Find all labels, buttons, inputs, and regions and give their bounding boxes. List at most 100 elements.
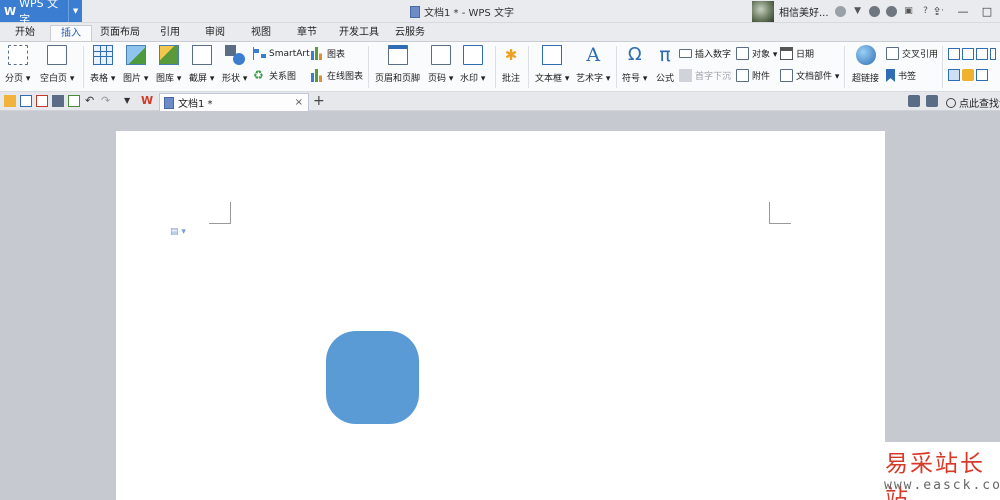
tab-insert[interactable]: 插入 <box>50 25 92 41</box>
blank-page-button[interactable]: 空白页 ▾ <box>40 45 74 84</box>
find-box[interactable]: 点此查找命 <box>946 95 1000 110</box>
pen-icon[interactable] <box>962 69 974 81</box>
object-button[interactable]: 对象 ▾ <box>736 47 777 60</box>
tab-review[interactable]: 审阅 <box>199 25 231 41</box>
insert-number-button[interactable]: 插入数字 <box>679 47 731 60</box>
skin-icon[interactable] <box>868 4 882 18</box>
number-icon <box>679 49 692 58</box>
table-button[interactable]: 表格 ▾ <box>90 45 115 84</box>
tab-references[interactable]: 引用 <box>154 25 186 41</box>
shapes-button[interactable]: 形状 ▾ <box>222 45 247 84</box>
document-tab-title: 文档1 * <box>178 99 213 110</box>
share-icon[interactable] <box>926 95 938 107</box>
chevron-down-icon[interactable]: ▼ <box>68 0 82 22</box>
form-tools-group <box>948 48 996 60</box>
wps-logo-icon[interactable]: W <box>141 95 153 107</box>
checkbox-icon[interactable] <box>962 48 974 60</box>
smartart-button[interactable]: SmartArt <box>253 47 310 60</box>
tab-page-layout[interactable]: 页面布局 <box>96 25 144 41</box>
paragraph-layout-icon[interactable]: ▤ ▾ <box>170 227 186 237</box>
print-icon[interactable] <box>52 95 64 107</box>
watermark-icon <box>462 45 483 65</box>
tab-developer[interactable]: 开发工具 <box>335 25 383 41</box>
doc-parts-button[interactable]: 文档部件 ▾ <box>780 69 839 82</box>
app-menu-button[interactable]: W WPS 文字 ▼ <box>0 0 82 26</box>
tab-cloud[interactable]: 云服务 <box>390 25 430 41</box>
hyperlink-button[interactable]: 超链接 <box>852 45 879 84</box>
page-break-button[interactable]: 分页 ▾ <box>5 45 30 84</box>
restore-button[interactable]: □ <box>976 0 998 22</box>
add-tab-button[interactable]: + <box>313 93 325 109</box>
chart-icon <box>311 47 324 60</box>
tab-section[interactable]: 章节 <box>291 25 323 41</box>
form-tools-group-2 <box>948 69 988 81</box>
close-icon[interactable]: × <box>295 97 303 108</box>
grid-icon[interactable] <box>976 69 988 81</box>
drop-cap-icon <box>679 69 692 82</box>
cross-ref-icon <box>886 47 899 60</box>
comment-button[interactable]: ✱ 批注 <box>501 45 521 84</box>
chart-button[interactable]: 图表 <box>311 47 345 60</box>
relation-button[interactable]: ♻ 关系图 <box>253 68 296 83</box>
chevron-down-icon[interactable]: ▼ <box>124 95 136 107</box>
form-icon[interactable] <box>948 48 960 60</box>
margin-corner-top-right <box>769 202 791 224</box>
watermark-button[interactable]: 水印 ▾ <box>460 45 485 84</box>
design-mode-icon[interactable] <box>948 69 960 81</box>
redo-icon[interactable]: ↷ <box>101 95 113 107</box>
pi-icon: π <box>659 44 671 66</box>
window-title: 文档1 * - WPS 文字 <box>410 4 514 19</box>
document-page[interactable]: ▤ ▾ <box>116 131 885 500</box>
formula-button[interactable]: π 公式 <box>655 45 675 84</box>
user-area: 相信美好... ▼ ▣ ? · <box>752 0 950 22</box>
more-form-icon[interactable] <box>990 48 996 60</box>
combo-icon[interactable] <box>976 48 988 60</box>
site-watermark: 易采站长站 www.easck.com <box>878 442 1000 500</box>
title-bar: W WPS 文字 ▼ 文档1 * - WPS 文字 相信美好... ▼ ▣ ? … <box>0 0 1000 26</box>
ribbon-tabs: 开始 插入 页面布局 引用 审阅 视图 章节 开发工具 云服务 <box>0 23 1000 41</box>
chevron-down-icon[interactable]: ▼ <box>851 4 865 18</box>
upload-icon[interactable]: ⇪ <box>926 0 948 22</box>
wps-logo-icon: W <box>4 4 17 18</box>
cross-ref-button[interactable]: 交叉引用 <box>886 47 938 60</box>
undo-icon[interactable]: ↶ <box>85 95 97 107</box>
tab-document[interactable]: 文档1 * × <box>159 93 309 111</box>
tab-home[interactable]: 开始 <box>6 25 44 41</box>
textbox-icon <box>542 45 563 65</box>
tab-view[interactable]: 视图 <box>245 25 277 41</box>
symbol-button[interactable]: Ω 符号 ▾ <box>622 45 647 85</box>
wordart-button[interactable]: A 艺术字 ▾ <box>576 45 610 84</box>
picture-button[interactable]: 图片 ▾ <box>123 45 148 84</box>
attachment-button[interactable]: 附件 <box>736 69 770 82</box>
print-preview-icon[interactable] <box>68 95 80 107</box>
gallery-button[interactable]: 图库 ▾ <box>156 45 181 84</box>
feedback-icon[interactable]: ▣ <box>902 4 916 18</box>
document-icon <box>164 96 174 109</box>
avatar[interactable] <box>752 0 774 22</box>
screenshot-button[interactable]: 截屏 ▾ <box>189 45 214 84</box>
shield-icon[interactable] <box>834 4 848 18</box>
online-chart-button[interactable]: 在线图表 <box>311 69 363 82</box>
document-icon <box>410 5 420 18</box>
gear-icon[interactable] <box>885 4 899 18</box>
date-button[interactable]: 日期 <box>780 47 814 60</box>
quick-access-bar: ↶ ↷ ▼ W 文档1 * × + 点此查找命 <box>0 92 1000 111</box>
page-number-button[interactable]: 页码 ▾ <box>428 45 453 84</box>
page-number-icon <box>430 45 451 65</box>
minimize-button[interactable]: — <box>952 0 974 22</box>
textbox-button[interactable]: 文本框 ▾ <box>535 45 569 84</box>
header-footer-button[interactable]: 页眉和页脚 <box>375 45 420 84</box>
save-icon[interactable] <box>20 95 32 107</box>
bookmark-icon <box>886 69 895 82</box>
shapes-icon <box>224 45 245 65</box>
header-footer-icon <box>387 45 408 65</box>
comment-icon[interactable] <box>908 95 920 107</box>
open-folder-icon[interactable] <box>4 95 16 107</box>
export-pdf-icon[interactable] <box>36 95 48 107</box>
rounded-rectangle-shape[interactable] <box>326 331 419 424</box>
bookmark-button[interactable]: 书签 <box>886 69 916 82</box>
relation-icon: ♻ <box>253 68 264 82</box>
user-name[interactable]: 相信美好... <box>777 4 831 19</box>
smartart-icon <box>253 47 266 60</box>
online-chart-icon <box>311 69 324 82</box>
